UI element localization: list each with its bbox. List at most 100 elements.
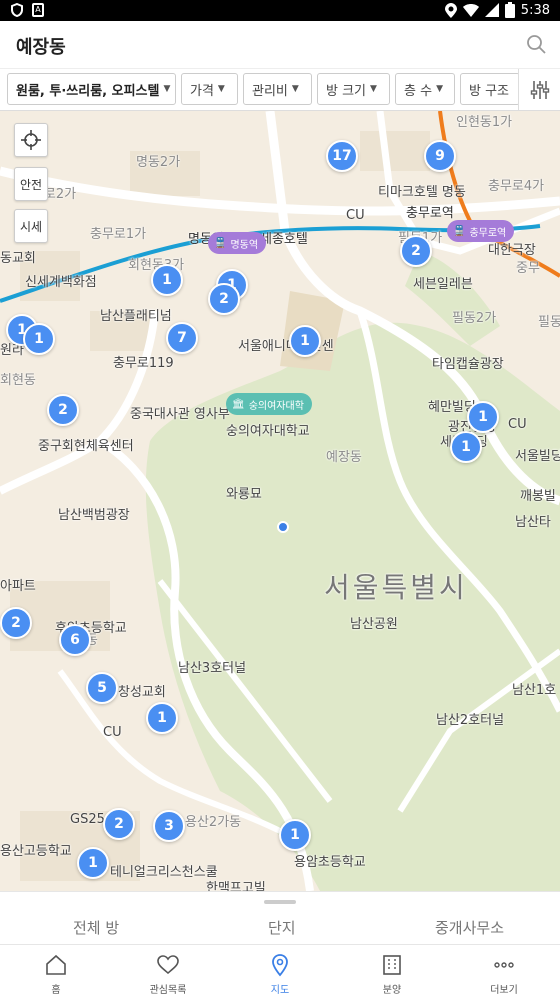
listing-cluster-pin[interactable]: 2 bbox=[400, 235, 432, 267]
price-layer-button[interactable]: 시세 bbox=[14, 209, 48, 243]
listing-cluster-pin[interactable]: 1 bbox=[151, 264, 183, 296]
listing-cluster-pin[interactable]: 1 bbox=[279, 819, 311, 851]
pin-count: 7 bbox=[177, 330, 187, 346]
listing-cluster-pin[interactable]: 1 bbox=[77, 847, 109, 879]
pin-count: 2 bbox=[114, 816, 124, 832]
nav-presale-label: 분양 bbox=[382, 985, 402, 996]
listing-cluster-pin[interactable]: 1 bbox=[289, 325, 321, 357]
listing-cluster-pin[interactable]: 7 bbox=[166, 322, 198, 354]
listing-cluster-pin[interactable]: 1 bbox=[23, 323, 55, 355]
nav-map-label: 지도 bbox=[270, 985, 290, 996]
map-label: 필동2가 bbox=[452, 311, 497, 326]
filter-floor[interactable]: 층 수 ▼ bbox=[395, 73, 455, 105]
station-name: 충무로역 bbox=[469, 227, 507, 239]
filter-room-type[interactable]: 원룸, 투·쓰리룸, 오피스텔 ▼ bbox=[7, 73, 176, 105]
tab-agencies[interactable]: 중개사무소 bbox=[435, 917, 504, 938]
map-label: 남산3호터널 bbox=[178, 661, 247, 676]
pin-count: 2 bbox=[411, 243, 421, 259]
app-notification-icon: A bbox=[32, 3, 44, 17]
pin-count: 1 bbox=[300, 333, 310, 349]
signal-icon bbox=[484, 3, 499, 17]
tab-all-rooms[interactable]: 전체 방 bbox=[73, 917, 119, 938]
building-icon bbox=[383, 955, 401, 975]
pin-count: 9 bbox=[435, 148, 445, 164]
nav-favorites[interactable]: 관심목록 bbox=[112, 945, 224, 998]
chevron-down-icon: ▼ bbox=[163, 84, 171, 94]
heart-icon bbox=[157, 955, 179, 975]
filter-room-size[interactable]: 방 크기 ▼ bbox=[317, 73, 390, 105]
listing-cluster-pin[interactable]: 17 bbox=[326, 140, 358, 172]
nav-more[interactable]: 더보기 bbox=[448, 945, 560, 998]
listing-cluster-pin[interactable]: 6 bbox=[59, 624, 91, 656]
shield-status-icon bbox=[11, 3, 23, 17]
listing-cluster-pin[interactable]: 2 bbox=[208, 283, 240, 315]
map-label: 용산2가동 bbox=[185, 815, 242, 830]
page-title: 예장동 bbox=[16, 37, 66, 58]
battery-icon bbox=[504, 2, 515, 18]
university-icon: 🏛 bbox=[232, 398, 245, 410]
status-bar: A 5:38 bbox=[0, 0, 560, 21]
chevron-down-icon: ▼ bbox=[370, 84, 377, 94]
station-name: 명동역 bbox=[230, 239, 259, 251]
filter-room-structure-label: 방 구조 bbox=[469, 83, 510, 99]
listing-cluster-pin[interactable]: 1 bbox=[146, 702, 178, 734]
listing-cluster-pin[interactable]: 9 bbox=[424, 140, 456, 172]
map-label: 용암초등학교 bbox=[294, 855, 366, 870]
nav-favorites-label: 관심목록 bbox=[149, 985, 187, 996]
app-root: A 5:38 예장동 원룸, 투·쓰리룸, 오피스텔 ▼ 가격 ▼ 관리비 ▼ 방 크… bbox=[0, 0, 560, 998]
pin-count: 1 bbox=[478, 409, 488, 425]
pin-count: 17 bbox=[332, 148, 352, 164]
listing-cluster-pin[interactable]: 1 bbox=[450, 431, 482, 463]
listing-cluster-pin[interactable]: 5 bbox=[86, 672, 118, 704]
pin-count: 2 bbox=[11, 615, 21, 631]
filter-room-structure[interactable]: 방 구조 bbox=[460, 73, 520, 105]
listing-cluster-pin[interactable]: 1 bbox=[467, 401, 499, 433]
sliders-icon bbox=[530, 81, 549, 99]
tab-complex[interactable]: 단지 bbox=[268, 917, 296, 938]
station-badge-myeongdong[interactable]: 🚆 명동역 bbox=[208, 232, 267, 254]
safety-layer-button[interactable]: 안전 bbox=[14, 167, 48, 201]
nav-map[interactable]: 지도 bbox=[224, 945, 336, 998]
map-label: 남산플래티넘 bbox=[100, 309, 172, 324]
filter-room-size-label: 방 크기 bbox=[326, 83, 367, 99]
map-label: 와룡묘 bbox=[226, 487, 262, 502]
map-label: 명동2가 bbox=[136, 155, 181, 170]
home-icon bbox=[46, 954, 66, 975]
sheet-drag-handle[interactable] bbox=[264, 900, 296, 904]
map-label: 아파트 bbox=[0, 579, 36, 594]
bottom-navigation: 홈 관심목록 지도 분양 더보기 bbox=[0, 945, 560, 998]
station-badge-chungmuro[interactable]: 🚆 충무로역 bbox=[447, 220, 515, 242]
locate-me-button[interactable] bbox=[14, 123, 48, 157]
map-label: 신세계백화점 bbox=[25, 275, 97, 290]
more-icon bbox=[494, 962, 514, 968]
map-label: 충무로4가 bbox=[488, 179, 545, 194]
map-view[interactable]: 명동2가 충무로2가 충무로1가 동교회 신세계백화점 회현동3가 남산플래티넘… bbox=[0, 111, 560, 891]
map-label: CU bbox=[346, 208, 365, 223]
filter-price-label: 가격 bbox=[190, 83, 214, 99]
listing-cluster-pin[interactable]: 2 bbox=[47, 394, 79, 426]
map-label: 테니얼크리스천스쿨 bbox=[110, 865, 218, 880]
pin-count: 3 bbox=[164, 818, 174, 834]
nav-home-label: 홈 bbox=[51, 985, 61, 996]
status-time: 5:38 bbox=[520, 2, 550, 18]
subway-icon: 🚆 bbox=[453, 225, 466, 237]
map-label: GS25 bbox=[70, 812, 105, 827]
filter-maintenance-fee[interactable]: 관리비 ▼ bbox=[243, 73, 312, 105]
bottom-sheet[interactable]: 전체 방 단지 중개사무소 bbox=[0, 891, 560, 945]
map-label: 동교회 bbox=[0, 251, 36, 266]
poi-badge-university[interactable]: 🏛 숭의여자대학 bbox=[226, 393, 312, 415]
advanced-filter-button[interactable] bbox=[518, 69, 560, 110]
pin-count: 1 bbox=[290, 827, 300, 843]
listing-cluster-pin[interactable]: 3 bbox=[153, 810, 185, 842]
pin-count: 2 bbox=[58, 402, 68, 418]
filter-price[interactable]: 가격 ▼ bbox=[181, 73, 238, 105]
map-label: 남산1호 bbox=[512, 683, 557, 698]
map-pin-icon bbox=[272, 954, 288, 977]
nav-home[interactable]: 홈 bbox=[0, 945, 112, 998]
map-label: 예장동 bbox=[326, 450, 362, 465]
search-button[interactable] bbox=[526, 34, 546, 58]
nav-presale[interactable]: 분양 bbox=[336, 945, 448, 998]
listing-cluster-pin[interactable]: 2 bbox=[103, 808, 135, 840]
listing-cluster-pin[interactable]: 2 bbox=[0, 607, 32, 639]
pin-count: 2 bbox=[219, 291, 229, 307]
